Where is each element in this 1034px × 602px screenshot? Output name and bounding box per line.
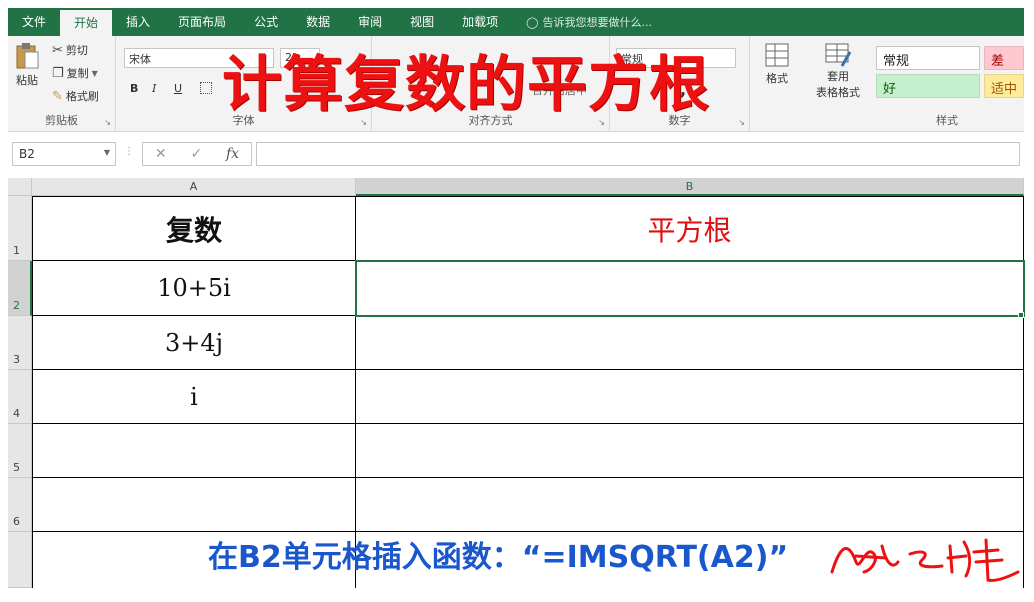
cell-b6[interactable] (356, 478, 1024, 532)
tell-me-text: 告诉我您想要做什么... (542, 16, 652, 29)
bold-button[interactable]: B (130, 82, 138, 95)
style-normal[interactable]: 常规 (876, 46, 980, 70)
table-format-icon (825, 43, 852, 67)
formula-bar: B2 ▼ ⋮ ✕ ✓ fx (8, 138, 1024, 170)
name-box[interactable]: B2 ▼ (12, 142, 116, 166)
column-header-b[interactable]: B (356, 178, 1024, 196)
tab-home[interactable]: 开始 (60, 10, 113, 36)
cell-b3[interactable] (356, 316, 1024, 370)
styles-group: 格式 套用 表格格式 常规 差 好 适中 样式 (750, 36, 1024, 132)
clipboard-group-label: 剪贴板 (45, 114, 78, 127)
function-icon[interactable]: fx (226, 146, 239, 162)
cell-a6[interactable] (32, 478, 356, 532)
clipboard-group: 粘贴 ✂ 剪切 ❐ 复制 ▼ ✎ 格式刷 剪贴板 ↘ (8, 36, 116, 132)
dialog-launcher-icon[interactable]: ↘ (738, 118, 745, 127)
copy-icon: ❐ (52, 65, 64, 81)
borders-icon[interactable] (200, 82, 212, 94)
underline-button[interactable]: U (174, 82, 182, 95)
ribbon-tab-bar: 文件 开始 插入 页面布局 公式 数据 审阅 视图 加载项 ◯ 告诉我您想要做什… (8, 8, 1024, 36)
cell-a5[interactable] (32, 424, 356, 478)
tell-me-search[interactable]: ◯ 告诉我您想要做什么... (512, 14, 652, 30)
style-bad[interactable]: 差 (984, 46, 1024, 70)
chevron-down-icon: ▼ (103, 148, 110, 157)
format-painter-button[interactable]: ✎ 格式刷 (52, 88, 99, 104)
cell-b4[interactable] (356, 370, 1024, 424)
instruction-caption: 在B2单元格插入函数：“=IMSQRT(A2)” (208, 540, 789, 575)
tab-file[interactable]: 文件 (8, 8, 60, 36)
row-header-6[interactable]: 6 (8, 478, 32, 532)
paste-button[interactable]: 粘贴 (14, 42, 40, 88)
active-cell-selection (355, 260, 1025, 317)
conditional-format-button[interactable]: 格式 (764, 42, 790, 86)
tab-view[interactable]: 视图 (396, 8, 448, 36)
cell-a2[interactable]: 10+5i (32, 261, 356, 316)
separator-icon: ⋮ (124, 146, 134, 157)
column-header-a[interactable]: A (32, 178, 356, 196)
cell-a4[interactable]: i (32, 370, 356, 424)
tab-insert[interactable]: 插入 (112, 8, 164, 36)
scissors-icon: ✂ (52, 42, 63, 58)
tab-addins[interactable]: 加载项 (448, 8, 512, 36)
styles-group-label: 样式 (936, 114, 958, 127)
dialog-launcher-icon[interactable]: ↘ (104, 118, 111, 127)
row-header-3[interactable]: 3 (8, 316, 32, 370)
enter-icon[interactable]: ✓ (190, 146, 202, 162)
style-good[interactable]: 好 (876, 74, 980, 98)
italic-button[interactable]: I (152, 82, 156, 95)
cell-b1[interactable]: 平方根 (356, 196, 1024, 261)
formula-input[interactable] (256, 142, 1020, 166)
fill-handle[interactable] (1018, 312, 1024, 318)
cut-button[interactable]: ✂ 剪切 (52, 42, 88, 58)
chevron-down-icon: ▼ (91, 68, 98, 78)
tab-data[interactable]: 数据 (292, 8, 344, 36)
row-header-5[interactable]: 5 (8, 424, 32, 478)
cell-a3[interactable]: 3+4j (32, 316, 356, 370)
tab-review[interactable]: 审阅 (344, 8, 396, 36)
tab-page-layout[interactable]: 页面布局 (164, 8, 240, 36)
cell-a1[interactable]: 复数 (32, 196, 356, 261)
style-neutral[interactable]: 适中 (984, 74, 1024, 98)
brush-icon: ✎ (52, 88, 63, 104)
row-header-4[interactable]: 4 (8, 370, 32, 424)
paste-icon (16, 43, 39, 69)
cancel-icon[interactable]: ✕ (155, 146, 167, 162)
select-all-button[interactable] (8, 178, 32, 196)
cell-b5[interactable] (356, 424, 1024, 478)
signature-logo (830, 538, 1020, 582)
row-header-7[interactable] (8, 532, 32, 588)
overlay-title: 计算复数的平方根 (222, 50, 710, 120)
conditional-format-icon (765, 43, 789, 67)
formula-buttons: ✕ ✓ fx (142, 142, 252, 166)
lightbulb-icon: ◯ (526, 15, 539, 29)
worksheet-grid: A B 1 2 3 4 5 6 复数 平方根 10+5i 3+4j i (8, 178, 1025, 588)
row-header-1[interactable]: 1 (8, 196, 32, 261)
tab-formulas[interactable]: 公式 (240, 8, 292, 36)
format-as-table-button[interactable]: 套用 表格格式 (816, 42, 860, 100)
row-header-2[interactable]: 2 (8, 261, 32, 316)
copy-button[interactable]: ❐ 复制 ▼ (52, 65, 98, 81)
